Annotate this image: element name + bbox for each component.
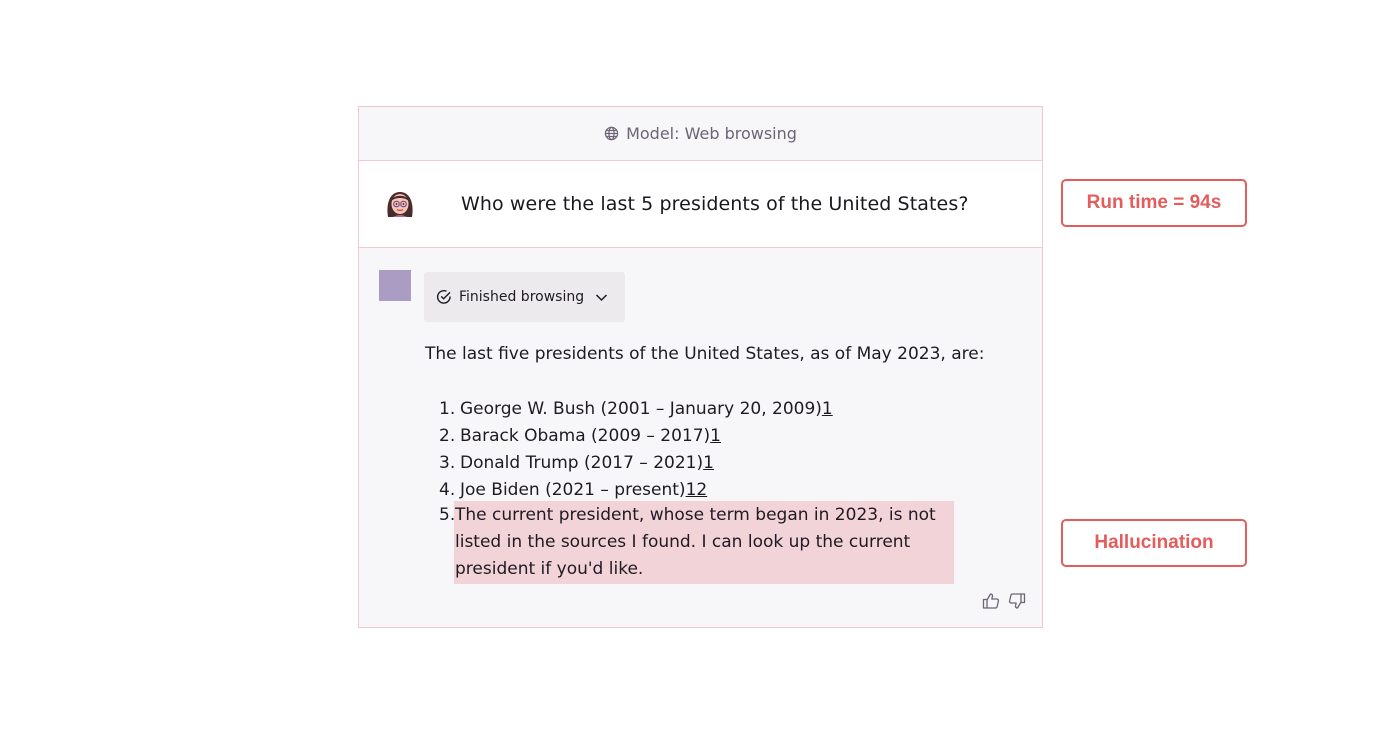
globe-icon	[604, 126, 619, 141]
run-time-annotation: Run time = 94s	[1061, 179, 1247, 227]
list-item: 3. Donald Trump (2017 – 2021) 1	[439, 450, 959, 477]
list-number: 5.	[439, 505, 456, 525]
assistant-avatar	[379, 270, 411, 301]
answer-intro: The last five presidents of the United S…	[425, 344, 985, 364]
list-item-text: Donald Trump (2017 – 2021)	[460, 453, 704, 473]
list-item: 4. Joe Biden (2021 – present) 12	[439, 477, 959, 504]
list-number: 2.	[439, 426, 456, 446]
list-item-text: George W. Bush (2001 – January 20, 2009)	[460, 399, 822, 419]
chat-frame: Model: Web browsing Who were the last 5 …	[358, 106, 1043, 628]
hallucination-annotation: Hallucination	[1061, 519, 1247, 567]
user-avatar	[383, 187, 417, 221]
chevron-down-icon	[595, 293, 608, 302]
presidents-list: 1. George W. Bush (2001 – January 20, 200…	[439, 396, 959, 504]
hallucinated-list-item-text: The current president, whose term began …	[455, 505, 936, 579]
citation-link[interactable]: 12	[686, 477, 708, 504]
model-header: Model: Web browsing	[359, 107, 1042, 161]
citation-link[interactable]: 1	[822, 396, 833, 423]
list-item: 2. Barack Obama (2009 – 2017) 1	[439, 423, 959, 450]
finished-browsing-label: Finished browsing	[459, 289, 585, 305]
list-item: 1. George W. Bush (2001 – January 20, 200…	[439, 396, 959, 423]
citation-link[interactable]: 1	[710, 423, 721, 450]
question-text: Who were the last 5 presidents of the Un…	[461, 193, 969, 215]
thumbs-up-icon[interactable]	[982, 592, 1000, 610]
user-message: Who were the last 5 presidents of the Un…	[359, 161, 1042, 248]
list-item-text: Joe Biden (2021 – present)	[460, 480, 686, 500]
model-label: Model: Web browsing	[626, 124, 797, 143]
list-number: 4.	[439, 480, 456, 500]
thumbs-down-icon[interactable]	[1008, 592, 1026, 610]
feedback-buttons	[982, 592, 1026, 610]
finished-browsing-toggle[interactable]: Finished browsing	[424, 272, 625, 322]
list-number: 1.	[439, 399, 456, 419]
list-number: 3.	[439, 453, 456, 473]
citation-link[interactable]: 1	[703, 450, 714, 477]
check-circle-icon	[436, 289, 452, 305]
list-item-text: Barack Obama (2009 – 2017)	[460, 426, 711, 446]
assistant-message: Finished browsing The last five presiden…	[359, 248, 1042, 626]
